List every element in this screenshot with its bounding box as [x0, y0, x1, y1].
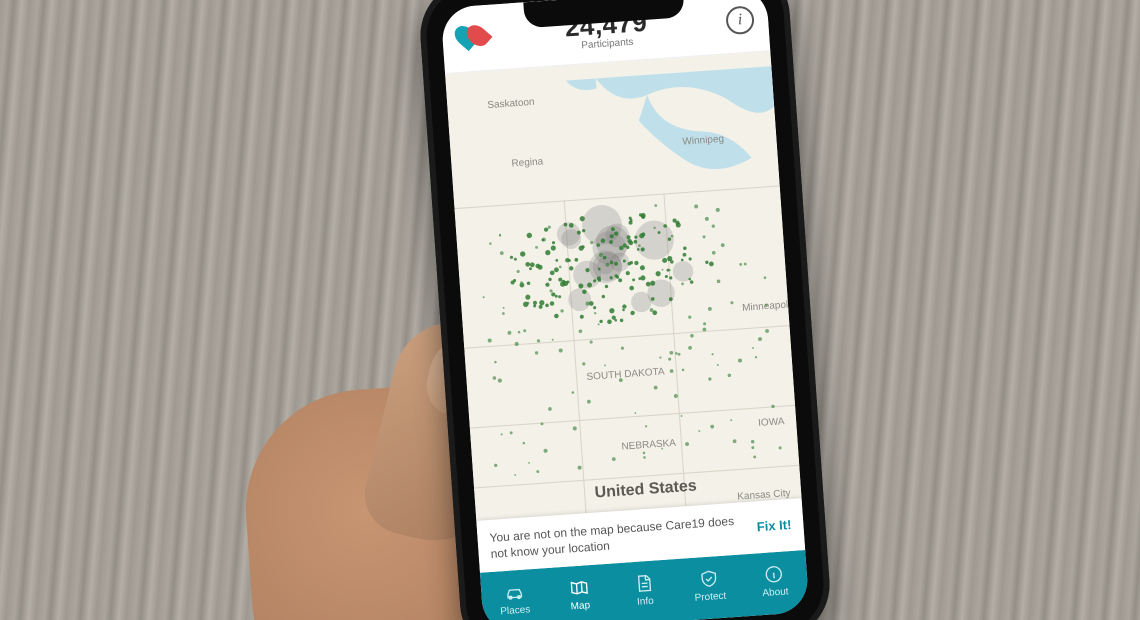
nav-label: Protect — [694, 591, 726, 604]
nav-label: Info — [637, 596, 654, 608]
app-logo-icon — [456, 23, 488, 55]
map-svg: SaskatoonReginaWinnipegMinneapolisSOUTH … — [445, 51, 805, 573]
map-place-label: Regina — [511, 156, 544, 169]
map-view[interactable]: SaskatoonReginaWinnipegMinneapolisSOUTH … — [445, 51, 805, 573]
nav-item-map[interactable]: Map — [546, 576, 613, 614]
scene: 24,479 Participants i — [0, 0, 1140, 620]
nav-item-places[interactable]: Places — [481, 580, 548, 618]
phone: 24,479 Participants i — [417, 0, 834, 620]
shield-icon — [697, 568, 720, 589]
doc-icon — [632, 573, 655, 594]
nav-label: About — [762, 586, 789, 599]
phone-screen: 24,479 Participants i — [440, 0, 809, 620]
header-info-button[interactable]: i — [725, 5, 755, 35]
nav-item-info[interactable]: Info — [611, 571, 678, 609]
map-place-label: IOWA — [758, 416, 785, 429]
info-icon: i — [737, 11, 743, 29]
info-icon — [763, 563, 786, 584]
map-icon — [567, 577, 590, 598]
nav-label: Map — [570, 600, 590, 612]
nav-label: Places — [500, 604, 531, 617]
nav-item-protect[interactable]: Protect — [676, 567, 743, 605]
banner-message: You are not on the map because Care19 do… — [489, 512, 748, 562]
fix-it-button[interactable]: Fix It! — [756, 517, 792, 534]
car-icon — [502, 582, 525, 603]
nav-item-about[interactable]: About — [741, 562, 808, 600]
